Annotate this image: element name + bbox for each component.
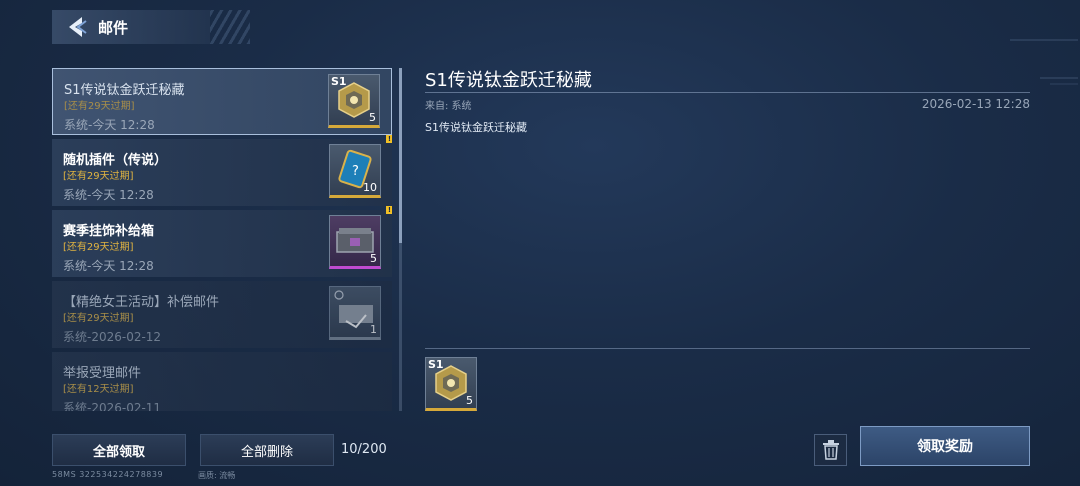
svg-text:?: ? (352, 164, 359, 179)
trash-icon (822, 440, 839, 460)
quality-info: 画质: 流畅 (198, 471, 236, 480)
reward-item-thumbnail: S1 5 (328, 74, 380, 128)
mail-sender: 系统-2026-02-12 (63, 330, 162, 344)
mail-title: S1传说钛金跃迁秘藏 (64, 83, 185, 98)
mail-sender: 系统-今天 12:28 (63, 259, 154, 273)
back-button[interactable] (62, 12, 92, 42)
new-alert-badge: ! (386, 135, 392, 143)
mail-item[interactable]: 赛季挂饰补给箱 [还有29天过期] 系统-今天 12:28 5 ! (52, 206, 392, 277)
page-title: 邮件 (98, 18, 129, 37)
mail-list[interactable]: S1传说钛金跃迁秘藏 [还有29天过期] 系统-今天 12:28 S1 5 随机… (52, 68, 392, 411)
item-count: 1 (370, 323, 377, 336)
claim-reward-button[interactable]: 领取奖励 (860, 426, 1030, 466)
attachment-item[interactable]: S1 5 (425, 357, 477, 411)
mail-sender: 系统-2026-02-11 (63, 401, 162, 411)
item-season-tag: S1 (428, 358, 444, 371)
mail-title: 赛季挂饰补给箱 (63, 224, 155, 239)
list-scroll-thumb[interactable] (399, 68, 402, 243)
delete-mail-button[interactable] (814, 434, 847, 466)
mail-item[interactable]: 随机插件（传说） [还有29天过期] 系统-今天 12:28 ? 10 ! (52, 135, 392, 206)
divider (425, 348, 1030, 349)
top-bar: 邮件 (52, 10, 250, 44)
mail-sender: 系统-今天 12:28 (64, 118, 155, 132)
mail-expiry: [还有29天过期] (63, 242, 134, 253)
mail-expiry: [还有12天过期] (63, 384, 134, 395)
mail-item[interactable]: 举报受理邮件 [还有12天过期] 系统-2026-02-11 (52, 352, 392, 411)
item-count: 10 (363, 181, 377, 194)
mail-expiry: [还有29天过期] (63, 313, 134, 324)
item-count: 5 (466, 394, 473, 407)
claim-all-button[interactable]: 全部领取 (52, 434, 186, 466)
divider (425, 92, 1030, 93)
mail-detail-sender: 来自: 系统 (425, 101, 472, 112)
mail-detail-body: S1传说钛金跃迁秘藏 (425, 121, 527, 134)
reward-item-thumbnail: 1 (329, 286, 381, 340)
reward-item-thumbnail: ? 10 (329, 144, 381, 198)
mail-expiry: [还有29天过期] (64, 101, 135, 112)
mail-detail-date: 2026-02-13 12:28 (921, 97, 1030, 111)
new-alert-badge: ! (386, 206, 392, 214)
mail-expiry: [还有29天过期] (63, 171, 134, 182)
mail-title: 随机插件（传说） (63, 153, 168, 168)
mail-detail-title: S1传说钛金跃迁秘藏 (425, 70, 592, 91)
mail-item[interactable]: S1传说钛金跃迁秘藏 [还有29天过期] 系统-今天 12:28 S1 5 (52, 68, 392, 135)
list-scrollbar[interactable] (399, 68, 402, 411)
delete-all-button[interactable]: 全部删除 (200, 434, 334, 466)
reward-item-thumbnail: 5 (329, 215, 381, 269)
mail-title: 【精绝女王活动】补偿邮件 (63, 295, 220, 310)
back-arrow-icon (69, 17, 87, 37)
mail-sender: 系统-今天 12:28 (63, 188, 154, 202)
decorative-lines (1010, 39, 1078, 85)
item-count: 5 (369, 111, 376, 124)
mail-item[interactable]: 【精绝女王活动】补偿邮件 [还有29天过期] 系统-2026-02-12 1 (52, 281, 392, 348)
item-count: 5 (370, 252, 377, 265)
mail-count: 10/200 (341, 442, 387, 457)
item-season-tag: S1 (331, 75, 347, 88)
build-info: 58MS 322534224278839 (52, 470, 164, 479)
mail-title: 举报受理邮件 (63, 366, 142, 381)
